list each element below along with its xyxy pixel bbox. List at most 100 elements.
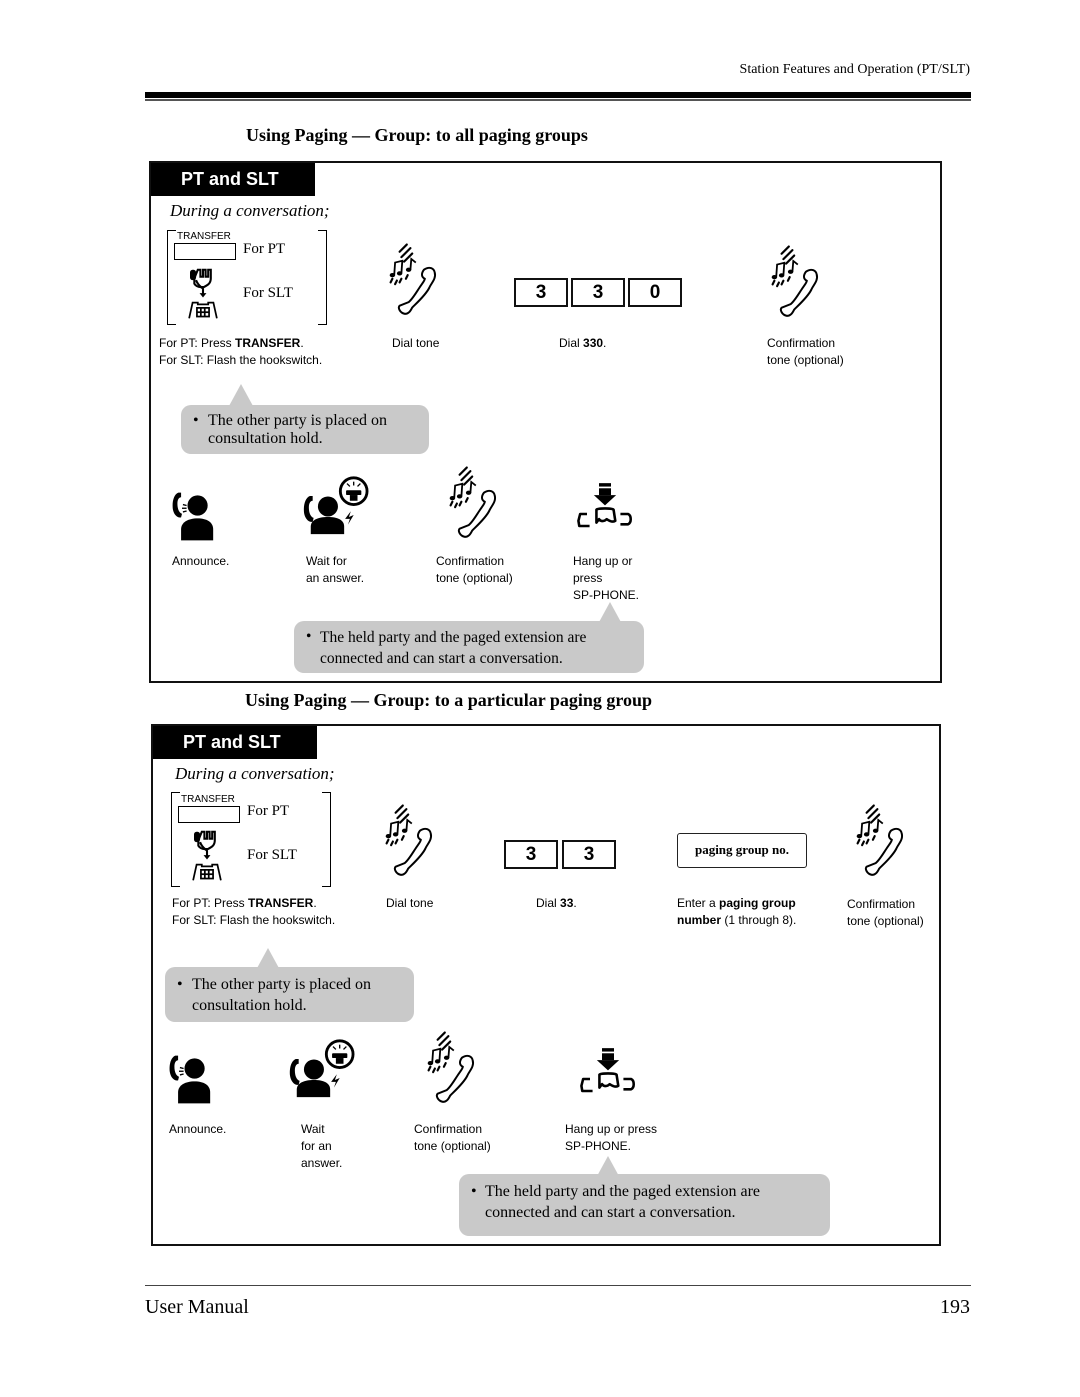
for-slt-label: For SLT xyxy=(243,285,293,301)
digit-key[interactable]: 3 xyxy=(562,840,616,869)
caption-bold: TRANSFER xyxy=(248,896,314,910)
header-rule-thin xyxy=(145,99,971,101)
caption-line: for an xyxy=(301,1139,332,1153)
hang-up-caption: Hang up or press SP-PHONE. xyxy=(565,1121,657,1155)
announce-caption: Announce. xyxy=(169,1122,227,1136)
caption-text: Dial xyxy=(559,336,584,350)
caption-line: tone (optional) xyxy=(767,353,844,367)
dial-tone-caption: Dial tone xyxy=(386,896,434,910)
caption-line: tone (optional) xyxy=(847,914,924,928)
wait-answer-icon xyxy=(287,1038,359,1100)
paging-group-caption: Enter a paging group number (1 through 8… xyxy=(677,895,796,929)
caption-line: Confirmation xyxy=(767,336,836,350)
caption-line: For SLT: Flash the hookswitch. xyxy=(159,353,323,367)
caption-line: Confirmation xyxy=(414,1122,483,1136)
confirmation-tone-icon xyxy=(447,465,501,543)
hookswitch-icon xyxy=(183,268,223,320)
caption-text: (1 through 8). xyxy=(721,913,797,927)
wait-caption: Wait for an answer. xyxy=(301,1121,342,1172)
announce-icon xyxy=(167,1052,213,1107)
running-head: Station Features and Operation (PT/SLT) xyxy=(739,62,970,77)
confirmation-tone-caption: Confirmation tone (optional) xyxy=(436,553,513,587)
footer-rule xyxy=(145,1285,971,1286)
caption-text: Dial xyxy=(536,896,561,910)
bullet: • xyxy=(177,976,183,993)
caption-line: answer. xyxy=(301,1156,343,1170)
note-line: consultation hold. xyxy=(192,997,307,1014)
dial-tone-icon xyxy=(387,242,441,320)
caption-bold: number xyxy=(677,913,722,927)
dial-tone-icon xyxy=(383,803,437,881)
caption-text: . xyxy=(313,896,317,910)
page-number: 193 xyxy=(940,1296,970,1318)
footer-title: User Manual xyxy=(145,1296,249,1318)
hang-up-icon xyxy=(575,481,635,529)
transfer-key[interactable] xyxy=(174,243,236,260)
note-bubble-consultation-hold: • The other party is placed on consultat… xyxy=(181,405,429,454)
hang-up-icon xyxy=(578,1046,638,1094)
caption-line: press xyxy=(573,571,603,585)
confirmation-tone-icon xyxy=(854,803,908,881)
transfer-key-label: TRANSFER xyxy=(177,231,231,242)
transfer-key[interactable] xyxy=(178,806,240,823)
bullet: • xyxy=(471,1183,477,1200)
caption-line: an answer. xyxy=(306,571,365,585)
caption-line: Confirmation xyxy=(436,554,505,568)
bullet: • xyxy=(306,628,312,645)
section-title-particular-group: Using Paging — Group: to a particular pa… xyxy=(245,690,653,710)
note-bubble-connected: • The held party and the paged extension… xyxy=(459,1174,830,1236)
caption-text: . xyxy=(300,336,304,350)
during-label: During a conversation; xyxy=(170,201,330,220)
digit-key[interactable]: 3 xyxy=(514,278,568,307)
caption-line: Hang up or press xyxy=(565,1122,658,1136)
caption-line: Wait for xyxy=(306,554,347,568)
step-transfer-caption: For PT: Press TRANSFER. For SLT: Flash t… xyxy=(172,895,335,929)
note-line: consultation hold. xyxy=(208,430,323,447)
confirmation-tone-icon xyxy=(425,1030,479,1108)
caption-text: . xyxy=(573,896,577,910)
transfer-key-label: TRANSFER xyxy=(181,794,235,805)
caption-text: For PT: Press xyxy=(159,336,236,350)
confirmation-tone-caption: Confirmation tone (optional) xyxy=(767,335,844,369)
caption-line: tone (optional) xyxy=(414,1139,491,1153)
header-rule-thick xyxy=(145,92,971,98)
dial-caption: Dial 330. xyxy=(559,335,606,352)
bubble-pointer xyxy=(229,384,253,406)
caption-bold: paging group xyxy=(719,896,796,910)
panel-tab: PT and SLT xyxy=(153,726,317,759)
dial-tone-caption: Dial tone xyxy=(392,336,440,350)
note-line: The held party and the paged extension a… xyxy=(320,629,587,646)
for-pt-label: For PT xyxy=(243,241,286,257)
note-line: The other party is placed on xyxy=(192,976,372,993)
caption-line: Hang up or xyxy=(573,554,633,568)
digit-key[interactable]: 3 xyxy=(571,278,625,307)
step-transfer-caption: For PT: Press TRANSFER. For SLT: Flash t… xyxy=(159,335,322,369)
during-label: During a conversation; xyxy=(175,764,335,783)
caption-bold: 330 xyxy=(583,336,604,350)
bracket-right xyxy=(318,230,327,325)
caption-line: Confirmation xyxy=(847,897,916,911)
bracket-right xyxy=(322,792,331,887)
caption-line: SP-PHONE. xyxy=(565,1139,632,1153)
note-bubble-consultation-hold: • The other party is placed on consultat… xyxy=(165,967,414,1022)
paging-group-number-key[interactable]: paging group no. xyxy=(677,833,807,868)
caption-line: tone (optional) xyxy=(436,571,513,585)
panel-tab: PT and SLT xyxy=(151,163,315,196)
confirmation-tone-caption: Confirmation tone (optional) xyxy=(414,1121,491,1155)
for-slt-label: For SLT xyxy=(247,847,297,863)
digit-key[interactable]: 3 xyxy=(504,840,558,869)
caption-text: . xyxy=(603,336,607,350)
wait-caption: Wait for an answer. xyxy=(306,553,364,587)
confirmation-tone-caption: Confirmation tone (optional) xyxy=(847,896,924,930)
announce-icon xyxy=(170,489,216,544)
digit-key[interactable]: 0 xyxy=(628,278,682,307)
confirmation-tone-icon xyxy=(769,244,823,322)
note-line: The held party and the paged extension a… xyxy=(485,1183,760,1200)
bullet: • xyxy=(193,412,199,429)
hookswitch-icon xyxy=(187,830,227,882)
note-line: connected and can start a conversation. xyxy=(485,1204,736,1221)
dial-caption: Dial 33. xyxy=(536,895,577,912)
wait-answer-icon xyxy=(301,475,373,537)
caption-line: Wait xyxy=(301,1122,325,1136)
caption-bold: TRANSFER xyxy=(235,336,301,350)
